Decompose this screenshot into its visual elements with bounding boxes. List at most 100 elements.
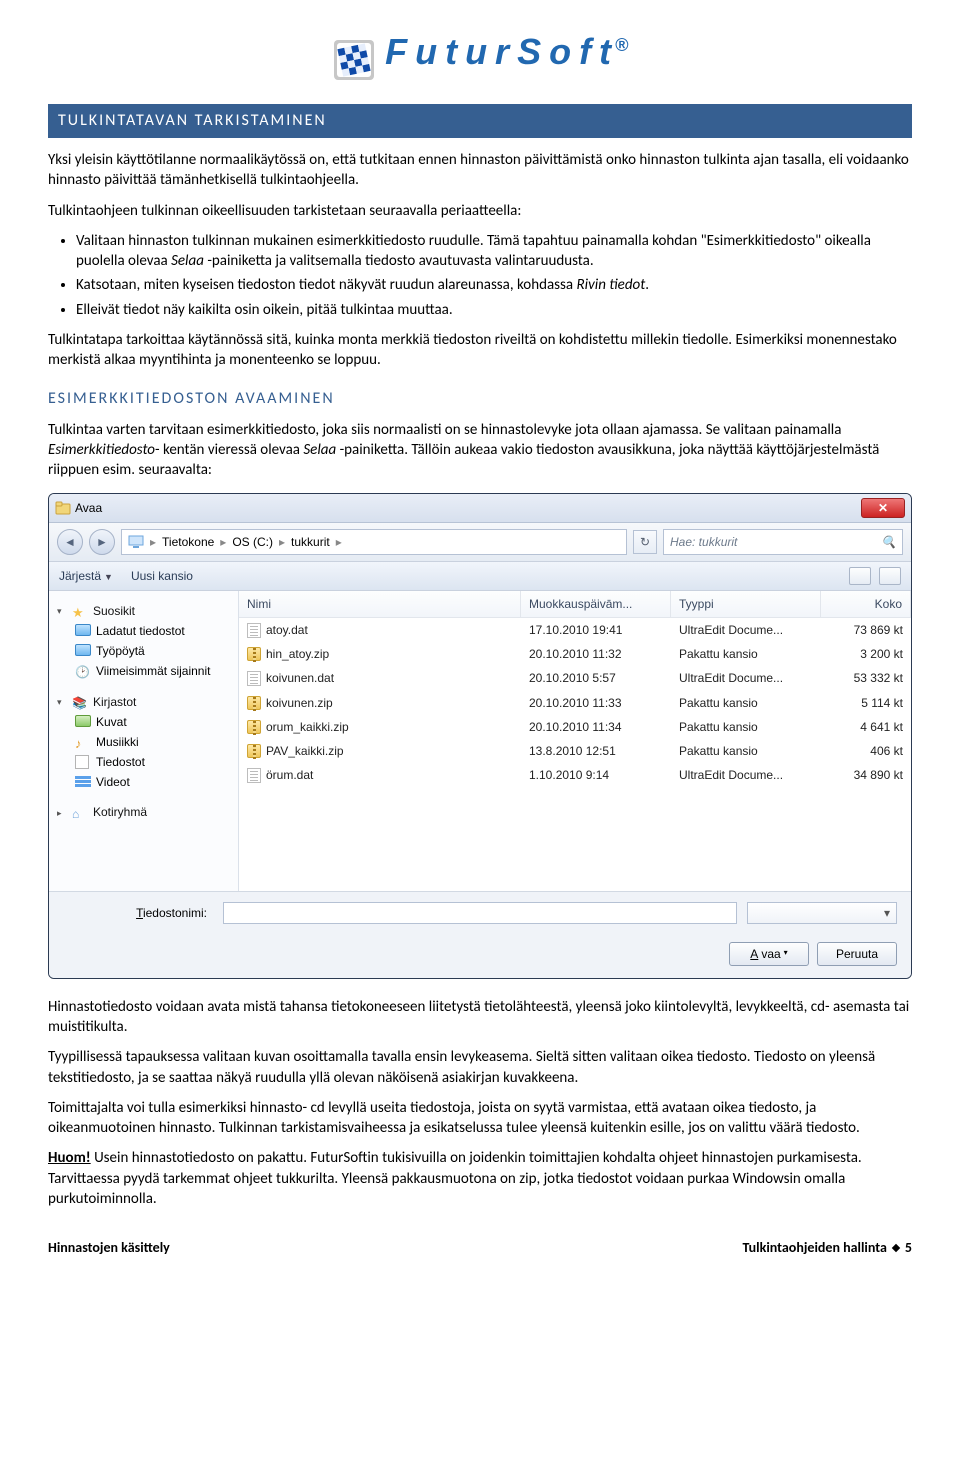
column-headers: Nimi Muokkauspäivām... Tyyppi Koko — [239, 591, 911, 618]
zip-icon — [247, 744, 261, 758]
sidebar-item[interactable]: Tiedostot — [53, 752, 234, 772]
list-item: Elleivät tiedot näy kaikilta osin oikein… — [76, 300, 912, 320]
new-folder-button[interactable]: Uusi kansio — [131, 568, 193, 584]
brand-name: FuturSoft® — [385, 28, 628, 77]
table-row[interactable]: hin_atoy.zip 20.10.2010 11:32Pakattu kans… — [239, 642, 911, 666]
sidebar-homegroup[interactable]: ▸⌂Kotiryhmä — [53, 802, 234, 822]
open-icon — [55, 500, 71, 516]
file-size: 4 641 kt — [821, 718, 911, 736]
page-number: 5 — [905, 1239, 912, 1258]
file-date: 13.8.2010 12:51 — [521, 742, 671, 760]
paragraph: Tulkintatapa tarkoittaa käytännössä sitä… — [48, 330, 912, 371]
footer-left: Hinnastojen käsittely — [48, 1239, 170, 1258]
file-type: UltraEdit Docume... — [671, 766, 821, 784]
col-name[interactable]: Nimi — [239, 591, 521, 617]
paragraph: Tulkintaohjeen tulkinnan oikeellisuuden … — [48, 201, 912, 221]
nav-back-button[interactable]: ◄ — [57, 529, 83, 555]
search-icon: 🔍 — [881, 534, 896, 550]
heading-esimerkkitiedoston-avaaminen: ESIMERKKITIEDOSTON AVAAMINEN — [48, 388, 912, 410]
file-date: 20.10.2010 11:32 — [521, 645, 671, 663]
document-icon — [247, 768, 261, 783]
page-footer: Hinnastojen käsittely Tulkintaohjeiden h… — [48, 1239, 912, 1258]
table-row[interactable]: orum_kaikki.zip 20.10.2010 11:34Pakattu k… — [239, 715, 911, 739]
sidebar-item[interactable]: 🕑Viimeisimmät sijainnit — [53, 661, 234, 681]
col-size[interactable]: Koko — [821, 591, 911, 617]
filetype-select[interactable]: ▾ — [747, 902, 897, 924]
refresh-button[interactable]: ↻ — [633, 530, 657, 554]
zip-icon — [247, 647, 261, 661]
col-type[interactable]: Tyyppi — [671, 591, 821, 617]
file-name: orum_kaikki.zip — [266, 719, 349, 735]
file-date: 1.10.2010 9:14 — [521, 766, 671, 784]
organize-button[interactable]: Järjestä▼ — [59, 568, 113, 584]
paragraph: Toimittajalta voi tulla esimerkiksi hinn… — [48, 1098, 912, 1139]
nav-forward-button[interactable]: ► — [89, 529, 115, 555]
file-type: Pakattu kansio — [671, 694, 821, 712]
file-name: koivunen.dat — [266, 670, 334, 686]
dialog-nav: ◄ ► ▸ Tietokone ▸ OS (C:) ▸ tukkurit ▸ ↻… — [49, 523, 911, 562]
sidebar-item[interactable]: Työpöytä — [53, 641, 234, 661]
file-size: 53 332 kt — [821, 669, 911, 687]
open-dialog: Avaa ✕ ◄ ► ▸ Tietokone ▸ OS (C:) ▸ tukku… — [48, 493, 912, 979]
table-row[interactable]: koivunen.zip20.10.2010 11:33Pakattu kans… — [239, 691, 911, 715]
bullet-icon — [892, 1244, 900, 1252]
search-input[interactable]: Hae: tukkurit 🔍 — [663, 529, 903, 555]
dialog-titlebar: Avaa ✕ — [49, 494, 911, 523]
breadcrumb[interactable]: ▸ Tietokone ▸ OS (C:) ▸ tukkurit ▸ — [121, 529, 627, 555]
sidebar-item[interactable]: ♪Musiikki — [53, 732, 234, 752]
file-name: örum.dat — [266, 767, 313, 783]
paragraph: Tyypillisessä tapauksessa valitaan kuvan… — [48, 1047, 912, 1088]
table-row[interactable]: atoy.dat17.10.2010 19:41UltraEdit Docume… — [239, 618, 911, 642]
help-button[interactable] — [879, 567, 901, 585]
file-size: 3 200 kt — [821, 645, 911, 663]
file-size: 5 114 kt — [821, 694, 911, 712]
dialog-sidebar: ▾★Suosikit Ladatut tiedostot Työpöytä 🕑V… — [49, 591, 239, 891]
table-row[interactable]: örum.dat 1.10.2010 9:14UltraEdit Docume..… — [239, 763, 911, 787]
file-size: 406 kt — [821, 742, 911, 760]
filename-input[interactable] — [223, 902, 737, 924]
zip-icon — [247, 720, 261, 734]
sidebar-item[interactable]: Kuvat — [53, 712, 234, 732]
bullet-list: Valitaan hinnaston tulkinnan mukainen es… — [76, 231, 912, 320]
zip-icon — [247, 696, 261, 710]
file-name: PAV_kaikki.zip — [266, 743, 344, 759]
document-icon — [247, 623, 261, 638]
table-row[interactable]: koivunen.dat20.10.2010 5:57UltraEdit Doc… — [239, 666, 911, 690]
paragraph: Yksi yleisin käyttötilanne normaalikäytö… — [48, 150, 912, 191]
col-date[interactable]: Muokkauspäivām... — [521, 591, 671, 617]
open-button[interactable]: Avaa▾ — [729, 942, 809, 966]
view-button[interactable] — [849, 567, 871, 585]
brand-header: FuturSoft® — [48, 28, 912, 82]
file-type: Pakattu kansio — [671, 645, 821, 663]
footer-right: Tulkintaohjeiden hallinta — [742, 1239, 886, 1258]
sidebar-libraries[interactable]: ▾📚Kirjastot — [53, 692, 234, 712]
file-date: 17.10.2010 19:41 — [521, 621, 671, 639]
crumb-item[interactable]: OS (C:) — [232, 534, 273, 550]
file-type: Pakattu kansio — [671, 718, 821, 736]
dialog-toolbar: Järjestä▼ Uusi kansio — [49, 562, 911, 591]
dialog-title: Avaa — [75, 500, 102, 516]
close-button[interactable]: ✕ — [861, 498, 905, 518]
heading-tulkintatavan-tarkistaminen: TULKINTATAVAN TARKISTAMINEN — [48, 104, 912, 138]
file-date: 20.10.2010 11:33 — [521, 694, 671, 712]
file-size: 73 869 kt — [821, 621, 911, 639]
paragraph: Hinnastotiedosto voidaan avata mistä tah… — [48, 997, 912, 1038]
file-list: Nimi Muokkauspäivām... Tyyppi Koko atoy.… — [239, 591, 911, 891]
crumb-item[interactable]: Tietokone — [162, 534, 214, 550]
computer-icon — [128, 535, 144, 549]
sidebar-favorites[interactable]: ▾★Suosikit — [53, 601, 234, 621]
file-name: hin_atoy.zip — [266, 646, 329, 662]
list-item: Valitaan hinnaston tulkinnan mukainen es… — [76, 231, 912, 272]
cancel-button[interactable]: Peruuta — [817, 942, 897, 966]
table-row[interactable]: PAV_kaikki.zip13.8.2010 12:51Pakattu kan… — [239, 739, 911, 763]
sidebar-item[interactable]: Ladatut tiedostot — [53, 621, 234, 641]
sidebar-item[interactable]: Videot — [53, 772, 234, 792]
list-item: Katsotaan, miten kyseisen tiedoston tied… — [76, 275, 912, 295]
file-size: 34 890 kt — [821, 766, 911, 784]
file-date: 20.10.2010 5:57 — [521, 669, 671, 687]
file-type: UltraEdit Docume... — [671, 621, 821, 639]
file-date: 20.10.2010 11:34 — [521, 718, 671, 736]
brand-logo-icon — [332, 38, 376, 82]
paragraph: Tulkintaa varten tarvitaan esimerkkitied… — [48, 420, 912, 481]
crumb-item[interactable]: tukkurit — [291, 534, 330, 550]
